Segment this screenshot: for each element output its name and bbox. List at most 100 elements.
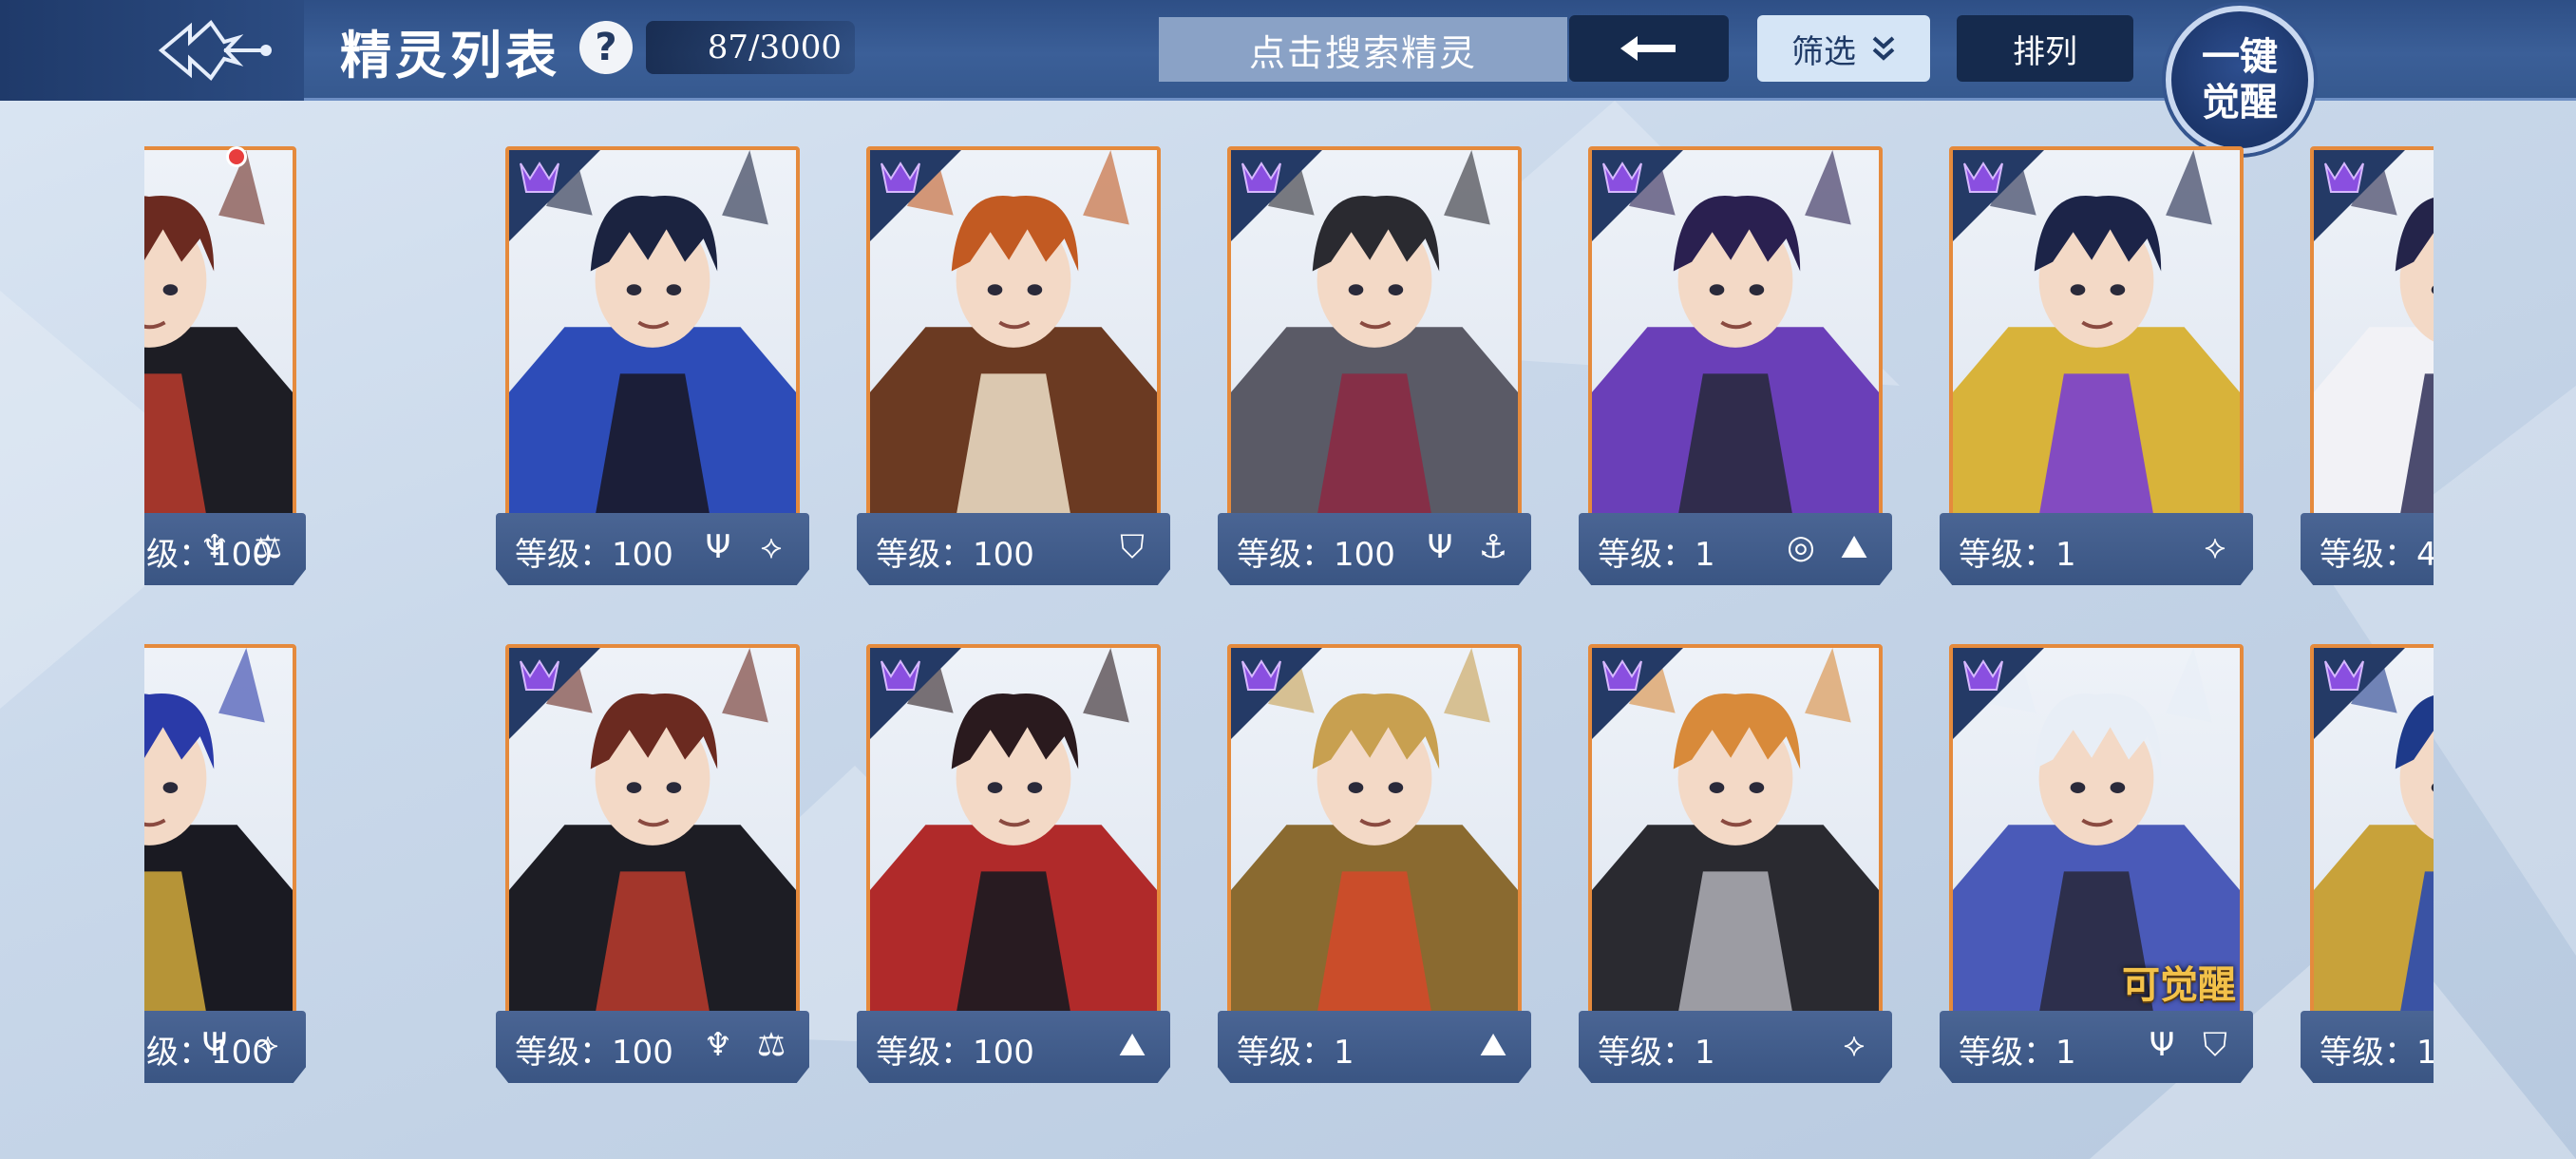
- level-label: 等级：1: [1237, 1034, 1354, 1072]
- scale-icon: ⚖: [253, 528, 283, 566]
- card-info-bar: 等级：1 ◎ ⛰: [1579, 513, 1892, 585]
- rank-emblem-icon: [870, 150, 961, 241]
- card-info-bar: 级：100 Ψ ⟡: [144, 1011, 306, 1083]
- level-label: 等级：100: [876, 536, 1034, 574]
- logo-area: [0, 0, 304, 101]
- fire-claw-icon: ♆: [703, 1026, 733, 1064]
- sprite-portrait: [505, 644, 800, 1034]
- filter-label: 筛选: [1791, 32, 1856, 71]
- element-icons: ⛰: [1109, 1022, 1155, 1068]
- mountain-icon: ⛰: [1479, 1026, 1507, 1064]
- sprite-portrait: [1227, 146, 1522, 536]
- search-input[interactable]: 点击搜索精灵: [1159, 17, 1567, 82]
- rank-emblem-icon: [870, 648, 961, 739]
- sprite-card[interactable]: 等级：1: [2301, 644, 2434, 1091]
- scale-icon: ⚖: [756, 1026, 786, 1064]
- sprite-portrait: [2310, 644, 2434, 1034]
- vortex-icon: ◎: [1787, 528, 1815, 566]
- sprite-portrait: [866, 146, 1161, 536]
- level-label: 等级：100: [515, 1034, 673, 1072]
- element-icons: ⟡: [2192, 524, 2238, 570]
- claw-icon: ⟡: [760, 528, 783, 566]
- element-icons: ♆ ⚖: [192, 524, 291, 570]
- awaken-label-line1: 一键: [2202, 34, 2278, 79]
- sprite-card[interactable]: 等级：100 ⛉: [857, 146, 1180, 593]
- awakenable-badge: 可觉醒: [2122, 963, 2236, 1007]
- claw-icon: ⟡: [1843, 1026, 1866, 1064]
- sprite-card[interactable]: 可觉醒 等级：1 Ψ ⛉: [1940, 644, 2263, 1091]
- sprite-card[interactable]: 等级：40: [2301, 146, 2434, 593]
- sprite-portrait: [144, 644, 296, 1034]
- sprite-portrait: [1227, 644, 1522, 1034]
- back-button[interactable]: [1569, 15, 1729, 82]
- claw-icon: ⟡: [2204, 528, 2226, 566]
- level-label: 等级：100: [1237, 536, 1395, 574]
- claw-icon: ⟡: [256, 1026, 279, 1064]
- element-icons: Ψ ⟡: [192, 1022, 291, 1068]
- card-info-bar: 等级：1 ⛰: [1218, 1011, 1531, 1083]
- sprite-grid: 级：100 ♆ ⚖ 等级：100 Ψ ⟡ 等级：100 ⛉ 等级：100 Ψ ⚓ 等级：1 ◎ ⛰ 等级：1…: [144, 146, 2434, 1096]
- card-info-bar: 级：100 ♆ ⚖: [144, 513, 306, 585]
- rank-emblem-icon: [2314, 150, 2405, 241]
- sprite-card[interactable]: 等级：100 Ψ ⚓: [1218, 146, 1541, 593]
- level-label: 等级：100: [515, 536, 673, 574]
- element-icons: ⛉: [1109, 524, 1155, 570]
- sprite-portrait: [2310, 146, 2434, 536]
- sprite-card[interactable]: 等级：100 ♆ ⚖: [496, 644, 819, 1091]
- sort-button[interactable]: 排列: [1957, 15, 2133, 82]
- rank-emblem-icon: [2314, 648, 2405, 739]
- rank-emblem-icon: [1592, 150, 1683, 241]
- element-icons: Ψ ⛉: [2139, 1022, 2238, 1068]
- sprite-card[interactable]: 级：100 Ψ ⟡: [144, 644, 315, 1091]
- level-label: 等级：1: [2320, 1034, 2434, 1072]
- shield-icon: ⛉: [1120, 528, 1145, 566]
- element-icons: ♆ ⚖: [695, 1022, 794, 1068]
- card-info-bar: 等级：100 Ψ ⚓: [1218, 513, 1531, 585]
- trident-icon: Ψ: [705, 528, 731, 566]
- level-label: 等级：40: [2320, 536, 2434, 574]
- card-info-bar: 等级：100 Ψ ⟡: [496, 513, 809, 585]
- level-label: 等级：1: [1598, 536, 1715, 574]
- trident-icon: Ψ: [201, 1026, 228, 1064]
- card-info-bar: 等级：1 Ψ ⛉: [1940, 1011, 2253, 1083]
- one-click-awaken-button[interactable]: 一键 觉醒: [2166, 6, 2314, 154]
- element-icons: ◎ ⛰: [1778, 524, 1877, 570]
- sprite-portrait: [505, 146, 800, 536]
- card-info-bar: 等级：1 ⟡: [1579, 1011, 1892, 1083]
- trident-icon: Ψ: [1427, 528, 1453, 566]
- sprite-card[interactable]: 等级：1 ◎ ⛰: [1579, 146, 1902, 593]
- rank-emblem-icon: [1592, 648, 1683, 739]
- anchor-icon: ⚓: [1478, 528, 1508, 566]
- card-info-bar: 等级：1: [2301, 1011, 2434, 1083]
- sprite-card[interactable]: 等级：100 Ψ ⟡: [496, 146, 819, 593]
- sprite-portrait: [1588, 644, 1883, 1034]
- double-chevron-down-icon: [1872, 36, 1895, 61]
- sprite-card[interactable]: 等级：1 ⛰: [1218, 644, 1541, 1091]
- card-info-bar: 等级：40: [2301, 513, 2434, 585]
- help-button[interactable]: ?: [579, 21, 633, 74]
- element-icons: Ψ ⟡: [695, 524, 794, 570]
- rank-emblem-icon: [1231, 150, 1322, 241]
- mountain-icon: ⛰: [1118, 1026, 1146, 1064]
- level-label: 等级：100: [876, 1034, 1034, 1072]
- sprite-emblem-icon[interactable]: [152, 13, 275, 87]
- card-info-bar: 等级：1 ⟡: [1940, 513, 2253, 585]
- sprite-count: 87/3000: [646, 21, 855, 74]
- card-info-bar: 等级：100 ♆ ⚖: [496, 1011, 809, 1083]
- element-icons: Ψ ⚓: [1417, 524, 1516, 570]
- sprite-card[interactable]: 等级：1 ⟡: [1579, 644, 1902, 1091]
- level-label: 等级：1: [1598, 1034, 1715, 1072]
- sprite-card[interactable]: 等级：1 ⟡: [1940, 146, 2263, 593]
- sprite-card[interactable]: 级：100 ♆ ⚖: [144, 146, 315, 593]
- element-icons: ⛰: [1470, 1022, 1516, 1068]
- level-label: 等级：1: [1959, 536, 2076, 574]
- rank-emblem-icon: [1953, 150, 2044, 241]
- rank-emblem-icon: [1953, 648, 2044, 739]
- sprite-portrait: [1949, 146, 2244, 536]
- filter-button[interactable]: 筛选: [1757, 15, 1930, 82]
- shield-icon: ⛉: [2203, 1026, 2227, 1064]
- awaken-label-line2: 觉醒: [2202, 80, 2278, 124]
- card-info-bar: 等级：100 ⛰: [857, 1011, 1170, 1083]
- sprite-card[interactable]: 等级：100 ⛰: [857, 644, 1180, 1091]
- sprite-portrait: [144, 146, 296, 536]
